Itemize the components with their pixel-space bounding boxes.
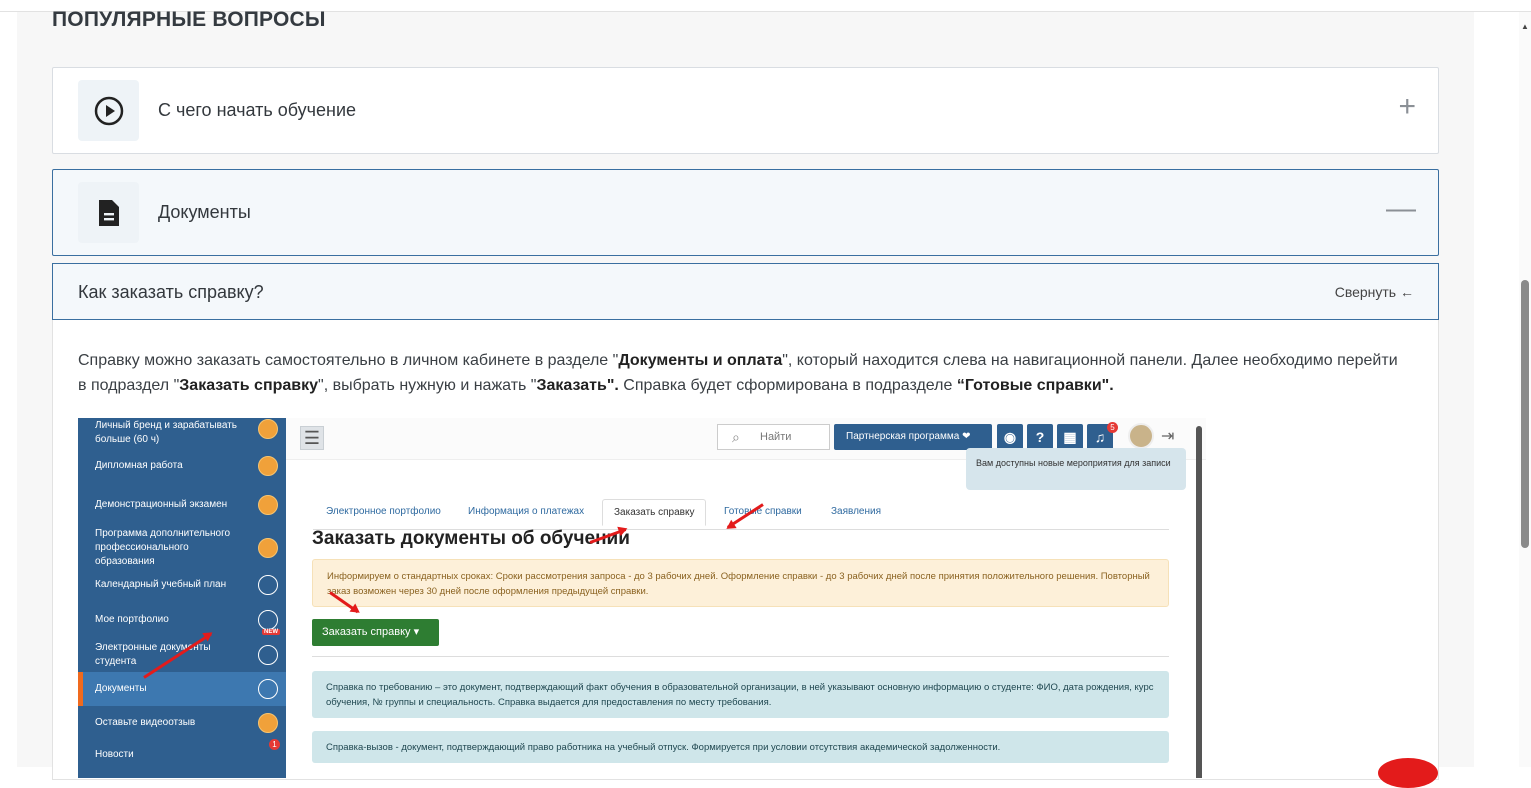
- logout-icon: ⇥: [1161, 428, 1175, 445]
- calendar-icon: ▦: [1057, 424, 1083, 450]
- tab-applications: Заявления: [831, 506, 882, 517]
- info-box: Справка по требованию – это документ, по…: [312, 671, 1169, 718]
- docs-icon: [258, 679, 278, 699]
- tab-ready-certificates: Готовые справки: [724, 506, 802, 517]
- chat-widget-button[interactable]: [1378, 758, 1438, 788]
- inner-scrollbar: [1196, 426, 1202, 778]
- docs-icon: [258, 645, 278, 665]
- sidebar-item: Мое портфолио NEW: [78, 603, 286, 637]
- new-badge: NEW: [262, 629, 280, 635]
- collapse-link[interactable]: Свернуть ←: [1335, 284, 1414, 300]
- tab-payments: Информация о платежах: [468, 506, 585, 517]
- sidebar-item: Личный бренд и зарабатывать больше (60 ч…: [78, 418, 286, 448]
- calendar-icon: [258, 575, 278, 595]
- sidebar-item: Электронные документы студента: [78, 638, 286, 672]
- search-icon: ⌕: [732, 429, 740, 445]
- embedded-screenshot: Личный бренд и зарабатывать больше (60 ч…: [78, 418, 1206, 778]
- section-title: ПОПУЛЯРНЫЕ ВОПРОСЫ: [52, 8, 326, 31]
- divider: [312, 656, 1169, 657]
- help-button: ?: [1027, 424, 1053, 450]
- screenshot-sidebar: Личный бренд и зарабатывать больше (60 ч…: [78, 418, 286, 778]
- book-icon: [258, 456, 278, 476]
- eye-icon: ◉: [997, 424, 1023, 450]
- question-title: Как заказать справку?: [78, 282, 264, 302]
- notification-tooltip: Вам доступны новые мероприятия для запис…: [966, 448, 1186, 490]
- question-header[interactable]: Как заказать справку? Свернуть ←: [52, 263, 1439, 320]
- answer-panel: Справку можно заказать самостоятельно в …: [52, 320, 1439, 780]
- sidebar-item: Календарный учебный план: [78, 568, 286, 602]
- info-alert: Информируем о стандартных сроках: Сроки …: [312, 559, 1169, 607]
- accordion-documents[interactable]: Документы —: [52, 169, 1439, 256]
- book-icon: [258, 538, 278, 558]
- notif-badge: 5: [1107, 422, 1118, 433]
- info-box: Справка-вызов - документ, подтверждающий…: [312, 731, 1169, 763]
- expand-icon[interactable]: +: [1398, 92, 1416, 122]
- sidebar-item: Программа дополнительного профессиональн…: [78, 528, 286, 568]
- sidebar-item: Дипломная работа: [78, 449, 286, 483]
- tab-portfolio: Электронное портфолио: [326, 506, 441, 517]
- accordion-label: Документы: [158, 202, 251, 222]
- book-icon: [258, 495, 278, 515]
- page-scrollbar[interactable]: ▲: [1519, 12, 1531, 767]
- screenshot-heading: Заказать документы об обучении: [312, 528, 630, 549]
- news-badge: 1: [269, 739, 280, 750]
- scroll-thumb[interactable]: [1521, 280, 1529, 548]
- answer-text: Справку можно заказать самостоятельно в …: [78, 352, 1398, 394]
- search-input: ⌕ Найти: [717, 424, 830, 450]
- video-icon: [258, 713, 278, 733]
- order-certificate-button: Заказать справку ▾: [312, 619, 439, 646]
- accordion-start-learning[interactable]: С чего начать обучение +: [52, 67, 1439, 154]
- accordion-label: С чего начать обучение: [158, 100, 357, 120]
- book-icon: [258, 419, 278, 439]
- portfolio-icon: [258, 610, 278, 630]
- document-icon: [78, 182, 139, 243]
- partner-button: Партнерская программа ❤: [834, 424, 992, 450]
- collapse-icon[interactable]: —: [1386, 194, 1416, 224]
- tab-order-certificate: Заказать справку: [602, 499, 707, 526]
- sidebar-item: Оставьте видеоотзыв: [78, 706, 286, 740]
- scroll-up-icon[interactable]: ▲: [1521, 22, 1529, 31]
- play-circle-icon: [78, 80, 139, 141]
- sidebar-item-active: Документы: [78, 672, 286, 706]
- avatar: [1128, 423, 1154, 449]
- menu-icon: ☰: [300, 426, 324, 450]
- screenshot-tabs: Электронное портфолио Информация о плате…: [313, 499, 1169, 530]
- sidebar-item: Демонстрационный экзамен: [78, 488, 286, 522]
